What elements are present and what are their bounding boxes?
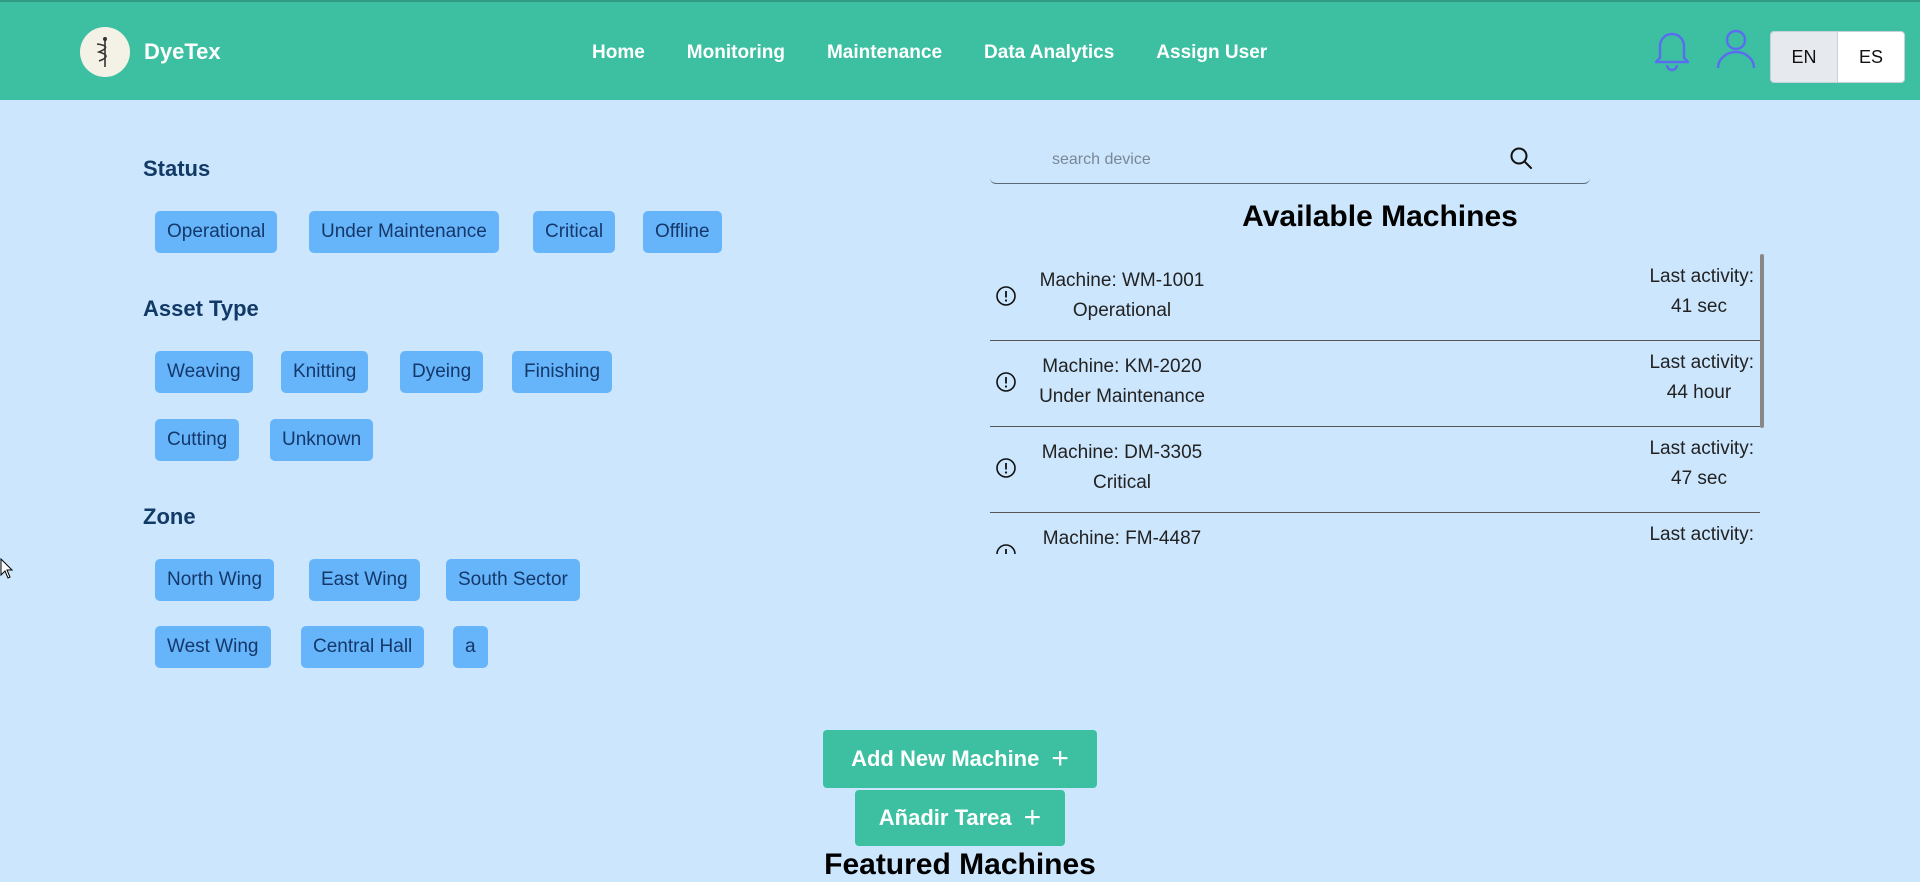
machine-name: Machine: FM-4487 [1042, 528, 1202, 549]
top-navigation-bar: DyeTex Home Monitoring Maintenance Data … [0, 0, 1920, 100]
nav-home[interactable]: Home [592, 42, 645, 64]
alert-circle-icon [995, 543, 1017, 554]
language-switcher: EN ES [1770, 31, 1905, 83]
alert-circle-icon [995, 457, 1017, 479]
machine-row[interactable]: Machine: WM-1001 Operational Last activi… [990, 254, 1760, 341]
add-new-machine-label: Add New Machine [851, 746, 1040, 771]
machine-status: Under Maintenance [1039, 386, 1205, 407]
available-machines-title: Available Machines [1242, 200, 1518, 233]
last-activity-label: Last activity: [1649, 524, 1754, 545]
machine-row[interactable]: Machine: FM-4487 Last activity: [990, 512, 1760, 554]
filter-chip-operational[interactable]: Operational [155, 211, 278, 253]
device-search [990, 135, 1590, 184]
last-activity-label: Last activity: [1649, 266, 1754, 287]
lang-en-button[interactable]: EN [1771, 32, 1838, 82]
filter-chip-dyeing[interactable]: Dyeing [400, 351, 484, 393]
last-activity-label: Last activity: [1649, 352, 1754, 373]
filter-chip-south-sector[interactable]: South Sector [446, 559, 580, 601]
filter-chip-under-maintenance[interactable]: Under Maintenance [309, 211, 499, 253]
lang-es-button[interactable]: ES [1838, 32, 1904, 82]
filter-chip-west-wing[interactable]: West Wing [155, 626, 271, 668]
last-activity-value: 44 hour [1666, 382, 1732, 403]
machine-name: Machine: KM-2020 [1042, 356, 1202, 377]
nav-data-analytics[interactable]: Data Analytics [984, 42, 1114, 64]
machine-status: Operational [1072, 300, 1172, 321]
status-filter-title: Status [143, 156, 211, 181]
main-nav: Home Monitoring Maintenance Data Analyti… [592, 42, 1309, 64]
filter-chip-cutting[interactable]: Cutting [155, 419, 240, 461]
filter-chip-finishing[interactable]: Finishing [512, 351, 613, 393]
add-task-label: Añadir Tarea [878, 805, 1012, 830]
last-activity-value: 47 sec [1671, 468, 1727, 489]
nav-monitoring[interactable]: Monitoring [687, 42, 785, 64]
alert-circle-icon [995, 371, 1017, 393]
machine-status: Critical [1092, 472, 1152, 493]
last-activity-value: 41 sec [1671, 296, 1727, 317]
filter-chip-unknown[interactable]: Unknown [270, 419, 374, 461]
mouse-cursor-icon [0, 557, 14, 580]
filter-chip-a[interactable]: a [453, 626, 488, 668]
plus-icon: + [1023, 801, 1042, 834]
filter-chip-north-wing[interactable]: North Wing [155, 559, 275, 601]
machine-name: Machine: WM-1001 [1039, 270, 1205, 291]
user-profile-icon[interactable] [1714, 26, 1758, 72]
machine-list: Machine: WM-1001 Operational Last activi… [990, 254, 1760, 554]
machine-name: Machine: DM-3305 [1041, 442, 1203, 463]
asset-type-filter-title: Asset Type [143, 296, 259, 321]
brand[interactable]: DyeTex [80, 27, 221, 77]
nav-maintenance[interactable]: Maintenance [827, 42, 942, 64]
zone-filter-title: Zone [143, 504, 196, 529]
filter-chip-critical[interactable]: Critical [533, 211, 616, 253]
filter-chip-offline[interactable]: Offline [643, 211, 722, 253]
filter-chip-central-hall[interactable]: Central Hall [301, 626, 425, 668]
brand-name: DyeTex [144, 39, 221, 64]
nav-assign-user[interactable]: Assign User [1156, 42, 1267, 64]
plus-icon: + [1051, 742, 1069, 775]
search-icon[interactable] [1508, 145, 1534, 171]
dyetex-logo-icon [80, 27, 130, 77]
machine-row[interactable]: Machine: DM-3305 Critical Last activity:… [990, 426, 1760, 513]
machine-list-scrollbar[interactable] [1760, 254, 1764, 428]
bell-icon[interactable] [1650, 26, 1694, 72]
filter-chip-weaving[interactable]: Weaving [155, 351, 253, 393]
add-new-machine-button[interactable]: Add New Machine + [823, 730, 1097, 788]
filter-chip-knitting[interactable]: Knitting [281, 351, 369, 393]
add-task-button[interactable]: Añadir Tarea + [855, 790, 1065, 846]
filter-chip-east-wing[interactable]: East Wing [309, 559, 420, 601]
last-activity-label: Last activity: [1649, 438, 1754, 459]
search-input[interactable] [1050, 145, 1494, 175]
machine-row[interactable]: Machine: KM-2020 Under Maintenance Last … [990, 340, 1760, 427]
alert-circle-icon [995, 285, 1017, 307]
